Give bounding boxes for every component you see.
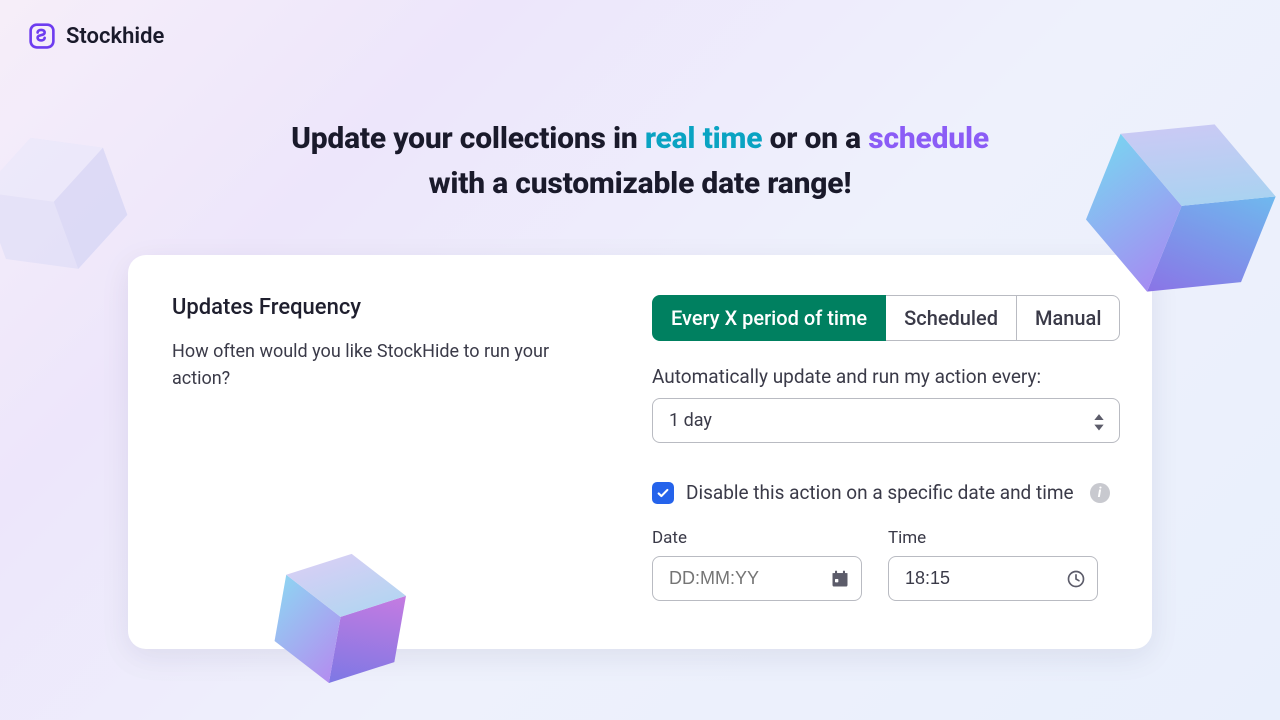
headline-teal: real time [645,121,762,156]
headline-purple: schedule [868,121,989,156]
disable-checkbox[interactable] [652,482,674,504]
time-label: Time [888,528,1098,548]
frequency-tabs: Every X period of time Scheduled Manual [652,295,1120,341]
cube-decor-left [0,120,140,290]
cube-decor-bottom [260,540,420,700]
auto-update-label: Automatically update and run my action e… [652,365,1120,388]
time-input[interactable] [888,556,1098,601]
cube-decor-right [1070,100,1280,320]
brand-mark-icon [28,22,56,50]
info-icon[interactable]: i [1090,483,1110,503]
headline-pre: Update your collections in [291,121,645,156]
date-label: Date [652,528,862,548]
brand-logo: Stockhide [28,22,164,50]
brand-name: Stockhide [66,24,164,49]
interval-select[interactable]: 1 day [652,398,1120,443]
card-subtitle: How often would you like StockHide to ru… [172,338,592,392]
tab-scheduled[interactable]: Scheduled [886,295,1017,341]
headline-mid: or on a [762,121,868,156]
disable-label: Disable this action on a specific date a… [686,481,1074,504]
card-title: Updates Frequency [172,295,612,320]
date-input[interactable] [652,556,862,601]
tab-every-x[interactable]: Every X period of time [652,295,886,341]
